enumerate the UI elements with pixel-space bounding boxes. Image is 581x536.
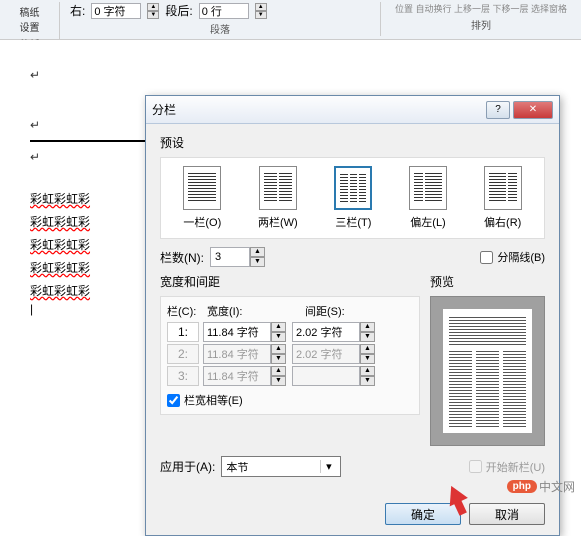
col-count-input[interactable]: [210, 247, 250, 267]
row3-gap: [292, 366, 360, 386]
new-col-row: 开始新栏(U): [469, 459, 545, 475]
ribbon: 稿纸 设置 稿纸 右: ▲▼ 段后: ▲▼ 段落 位置 自动换行 上移一层 下移…: [0, 0, 581, 40]
row1-width-spinner[interactable]: ▲▼: [271, 322, 286, 342]
red-text-1[interactable]: 彩虹彩虹彩: [30, 190, 90, 207]
indent-right-input[interactable]: [91, 3, 141, 19]
equal-width-checkbox[interactable]: [167, 394, 180, 407]
row3-width: [203, 366, 271, 386]
arrange-group-label: 排列: [471, 17, 491, 32]
columns-dialog: 分栏 ? ✕ 预设 一栏(O) 两栏(W) 三栏(T) 偏左(L): [145, 95, 560, 536]
row3-num: 3:: [167, 366, 199, 386]
row1-gap[interactable]: [292, 322, 360, 342]
equal-width-row[interactable]: 栏宽相等(E): [167, 392, 413, 408]
width-gap-label: 宽度和间距: [160, 273, 420, 290]
preset-section-label: 预设: [160, 134, 545, 151]
watermark: php 中文网: [507, 478, 575, 495]
divider-checkbox-row[interactable]: 分隔线(B): [480, 249, 545, 265]
ribbon-paragraph-group: 右: ▲▼ 段后: ▲▼ 段落: [60, 2, 381, 36]
preview-label: 预览: [430, 273, 545, 290]
apply-to-label: 应用于(A):: [160, 458, 215, 475]
width-gap-section: 栏(C): 宽度(I): 间距(S): 1: ▲▼ ▲▼ 2: ▲: [160, 296, 420, 415]
red-text-2[interactable]: 彩虹彩虹彩: [30, 213, 90, 230]
row1-width[interactable]: [203, 322, 271, 342]
gap-header: 间距(S):: [305, 303, 345, 319]
preset-two[interactable]: 两栏(W): [254, 162, 302, 234]
row1-gap-spinner[interactable]: ▲▼: [360, 322, 375, 342]
red-text-3[interactable]: 彩虹彩虹彩: [30, 236, 90, 253]
dialog-title: 分栏: [152, 101, 483, 118]
watermark-logo: php: [507, 480, 537, 493]
row2-gap: [292, 344, 360, 364]
row2-width-spinner: ▲▼: [271, 344, 286, 364]
apply-to-select[interactable]: 本节 ▾: [221, 456, 341, 477]
row3-gap-spinner: ▲▼: [360, 366, 375, 386]
col-count-spinner[interactable]: ▲▼: [250, 247, 265, 267]
width-header: 宽度(I):: [207, 303, 305, 319]
red-text-5[interactable]: 彩虹彩虹彩: [30, 282, 90, 299]
col-header: 栏(C):: [167, 303, 207, 319]
cancel-button[interactable]: 取消: [469, 503, 545, 525]
ribbon-arrange-group: 位置 自动换行 上移一层 下移一层 选择窗格 排列: [381, 2, 581, 32]
draft-label-1[interactable]: 稿纸: [20, 4, 40, 19]
new-col-checkbox: [469, 460, 482, 473]
divider-checkbox[interactable]: [480, 251, 493, 264]
row3-width-spinner: ▲▼: [271, 366, 286, 386]
red-text-4[interactable]: 彩虹彩虹彩: [30, 259, 90, 276]
preset-left[interactable]: 偏左(L): [405, 162, 451, 234]
preset-right[interactable]: 偏右(R): [480, 162, 526, 234]
para-mark-1: ↵: [30, 68, 551, 82]
preview-area: [430, 296, 545, 446]
indent-right-label: 右:: [70, 2, 85, 19]
chevron-down-icon: ▾: [320, 460, 336, 473]
draft-label-2[interactable]: 设置: [20, 19, 40, 34]
close-button[interactable]: ✕: [513, 101, 553, 119]
row2-num: 2:: [167, 344, 199, 364]
presets-row: 一栏(O) 两栏(W) 三栏(T) 偏左(L) 偏右(R): [160, 157, 545, 239]
paragraph-group-label: 段落: [70, 21, 370, 36]
row2-gap-spinner: ▲▼: [360, 344, 375, 364]
dialog-titlebar[interactable]: 分栏 ? ✕: [146, 96, 559, 124]
arrange-items[interactable]: 位置 自动换行 上移一层 下移一层 选择窗格: [395, 2, 567, 15]
preset-three[interactable]: 三栏(T): [330, 162, 376, 234]
row1-num: 1:: [167, 322, 199, 342]
spacing-after-input[interactable]: [199, 3, 249, 19]
preset-one[interactable]: 一栏(O): [179, 162, 225, 234]
watermark-text: 中文网: [539, 478, 575, 495]
col-count-label: 栏数(N):: [160, 249, 204, 266]
row2-width: [203, 344, 271, 364]
indent-right-spinner[interactable]: ▲▼: [147, 3, 159, 19]
help-button[interactable]: ?: [486, 101, 510, 119]
spacing-after-spinner[interactable]: ▲▼: [255, 3, 267, 19]
spacing-after-label: 段后:: [165, 2, 192, 19]
